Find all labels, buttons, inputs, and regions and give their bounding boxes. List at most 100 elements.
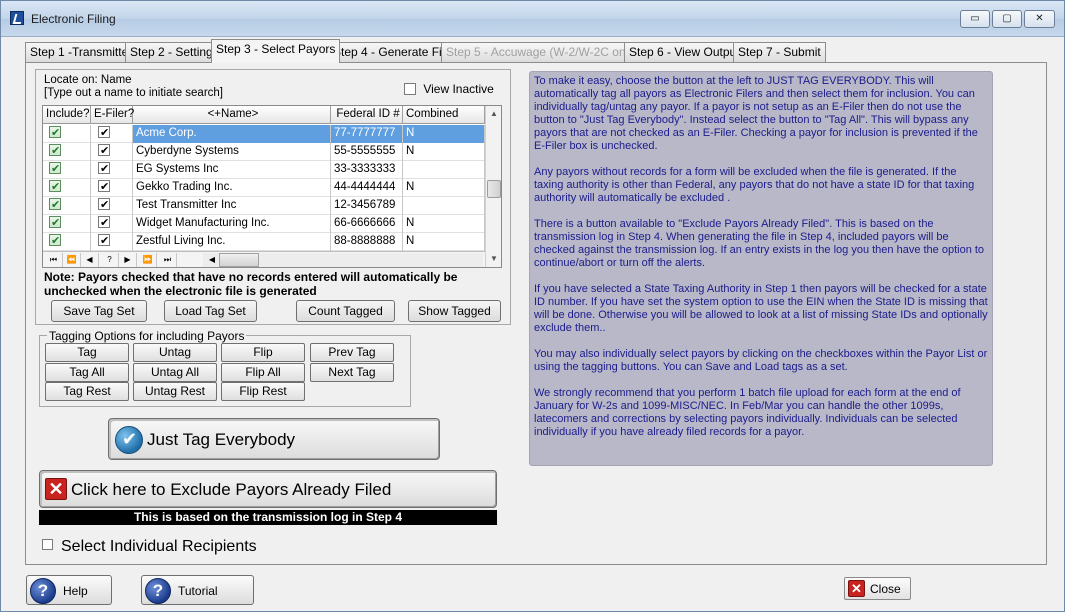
untag-all-button[interactable]: Untag All: [133, 363, 217, 382]
view-inactive-label: View Inactive: [423, 82, 494, 96]
efiler-checkbox[interactable]: [98, 125, 110, 142]
table-row[interactable]: Acme Corp. 77-7777777 N: [43, 125, 485, 143]
help-question-icon: ?: [30, 578, 56, 604]
window-close-button[interactable]: ✕: [1024, 10, 1055, 28]
grid-vertical-scrollbar[interactable]: ▲ ▼: [485, 106, 501, 267]
next-page-icon[interactable]: ⏩: [139, 253, 157, 267]
view-inactive-checkbox[interactable]: View Inactive: [404, 82, 494, 96]
show-tagged-button[interactable]: Show Tagged: [408, 300, 501, 322]
grid-horizontal-scrollbar[interactable]: ◀: [203, 253, 483, 267]
grid-navigator: ⏮ ⏪ ◀ ? ▶ ⏩ ⏭ ◀: [43, 251, 485, 267]
payor-combined: N: [403, 125, 485, 143]
efiler-checkbox[interactable]: [98, 161, 110, 178]
minimize-button[interactable]: ▭: [960, 10, 990, 28]
payor-federal-id: 55-5555555: [331, 143, 403, 161]
untag-button[interactable]: Untag: [133, 343, 217, 362]
prior-record-icon[interactable]: ◀: [81, 253, 99, 267]
table-row[interactable]: Cyberdyne Systems 55-5555555 N: [43, 143, 485, 161]
col-include[interactable]: Include?: [43, 106, 91, 124]
table-row[interactable]: Widget Manufacturing Inc. 66-6666666 N: [43, 215, 485, 233]
col-federal-id[interactable]: Federal ID #: [331, 106, 403, 124]
payor-grid[interactable]: Include? E-Filer? <+Name> Federal ID # C…: [42, 105, 502, 268]
col-combined[interactable]: Combined: [403, 106, 485, 124]
window-title: Electronic Filing: [31, 12, 116, 26]
efiler-checkbox[interactable]: [98, 197, 110, 214]
select-individual-label: Select Individual Recipients: [61, 538, 257, 555]
table-row[interactable]: Zestful Living Inc. 88-8888888 N: [43, 233, 485, 251]
tab-step-4[interactable]: Step 4 - Generate File: [328, 42, 457, 62]
prev-tag-button[interactable]: Prev Tag: [310, 343, 394, 362]
tab-step-1[interactable]: Step 1 -Transmitter: [25, 42, 138, 62]
tag-rest-button[interactable]: Tag Rest: [45, 382, 129, 401]
table-row[interactable]: Test Transmitter Inc 12-3456789: [43, 197, 485, 215]
next-tag-button[interactable]: Next Tag: [310, 363, 394, 382]
hscroll-thumb[interactable]: [219, 253, 259, 267]
next-record-icon[interactable]: ▶: [119, 253, 137, 267]
last-record-icon[interactable]: ⏭: [159, 253, 177, 267]
payor-name: EG Systems Inc: [133, 161, 331, 179]
include-checkbox[interactable]: [49, 143, 61, 160]
tab-step-6[interactable]: Step 6 - View Output: [624, 42, 745, 62]
close-label: Close: [870, 582, 901, 596]
first-record-icon[interactable]: ⏮: [45, 253, 63, 267]
search-record-icon[interactable]: ?: [101, 253, 119, 267]
tag-all-button[interactable]: Tag All: [45, 363, 129, 382]
payor-name: Widget Manufacturing Inc.: [133, 215, 331, 233]
instructions-paragraph: Any payors without records for a form wi…: [534, 166, 975, 204]
tag-button[interactable]: Tag: [45, 343, 129, 362]
help-button[interactable]: ? Help: [26, 575, 112, 605]
efiler-checkbox[interactable]: [98, 233, 110, 250]
tutorial-question-icon: ?: [145, 578, 171, 604]
tab-step-2[interactable]: Step 2 - Settings: [125, 42, 224, 62]
close-button[interactable]: ✕ Close: [844, 577, 911, 600]
untag-rest-button[interactable]: Untag Rest: [133, 382, 217, 401]
instructions-paragraph: You may also individually select payors …: [534, 348, 988, 373]
table-row[interactable]: EG Systems Inc 33-3333333: [43, 161, 485, 179]
help-label: Help: [63, 584, 88, 598]
include-checkbox[interactable]: [49, 161, 61, 178]
include-checkbox[interactable]: [49, 179, 61, 196]
include-checkbox[interactable]: [49, 233, 61, 250]
flip-rest-button[interactable]: Flip Rest: [221, 382, 305, 401]
scroll-thumb[interactable]: [487, 180, 501, 198]
view-inactive-box[interactable]: [404, 83, 416, 95]
include-checkbox[interactable]: [49, 197, 61, 214]
include-checkbox[interactable]: [49, 215, 61, 232]
instructions-paragraph: To make it easy, choose the button at th…: [534, 75, 978, 152]
title-bar: Electronic Filing ▭ ▢ ✕: [1, 1, 1064, 37]
tab-step-3[interactable]: Step 3 - Select Payors: [211, 39, 341, 63]
count-tagged-button[interactable]: Count Tagged: [296, 300, 395, 322]
just-tag-everybody-button[interactable]: Just Tag Everybody: [108, 418, 440, 460]
payor-federal-id: 88-8888888: [331, 233, 403, 251]
prior-page-icon[interactable]: ⏪: [63, 253, 81, 267]
efiler-checkbox[interactable]: [98, 179, 110, 196]
select-individual-recipients-checkbox[interactable]: Select Individual Recipients: [42, 538, 257, 556]
col-efiler[interactable]: E-Filer?: [91, 106, 134, 124]
table-row[interactable]: Gekko Trading Inc. 44-4444444 N: [43, 179, 485, 197]
load-tag-set-button[interactable]: Load Tag Set: [164, 300, 257, 322]
payor-name: Test Transmitter Inc: [133, 197, 331, 215]
scroll-down-icon[interactable]: ▼: [486, 251, 501, 267]
maximize-button[interactable]: ▢: [992, 10, 1022, 28]
app-icon: [10, 11, 24, 25]
flip-button[interactable]: Flip: [221, 343, 305, 362]
payor-name: Acme Corp.: [133, 125, 331, 143]
save-tag-set-button[interactable]: Save Tag Set: [51, 300, 147, 322]
payor-federal-id: 33-3333333: [331, 161, 403, 179]
tab-step-7[interactable]: Step 7 - Submit: [733, 42, 826, 62]
instructions-paragraph: We strongly recommend that you perform 1…: [534, 387, 961, 438]
exclude-payors-filed-button[interactable]: ✕ Click here to Exclude Payors Already F…: [39, 470, 497, 508]
scroll-up-icon[interactable]: ▲: [486, 106, 501, 122]
electronic-filing-window: Electronic Filing ▭ ▢ ✕ Step 1 -Transmit…: [0, 0, 1065, 612]
flip-all-button[interactable]: Flip All: [221, 363, 305, 382]
close-x-icon: ✕: [848, 580, 865, 597]
payor-combined: [403, 161, 485, 179]
select-individual-box[interactable]: [42, 539, 53, 550]
col-name[interactable]: <+Name>: [133, 106, 331, 124]
tutorial-button[interactable]: ? Tutorial: [141, 575, 254, 605]
efiler-checkbox[interactable]: [98, 215, 110, 232]
include-checkbox[interactable]: [49, 125, 61, 142]
payor-combined: N: [403, 143, 485, 161]
efiler-checkbox[interactable]: [98, 143, 110, 160]
payor-federal-id: 44-4444444: [331, 179, 403, 197]
